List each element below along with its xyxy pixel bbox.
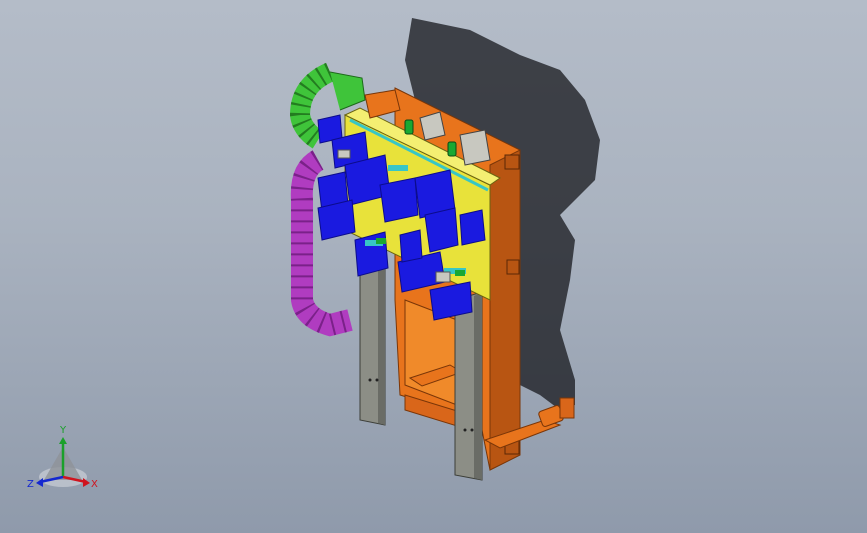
z-axis-label: Z <box>27 479 34 490</box>
y-axis-label: Y <box>59 425 67 436</box>
cad-model-view[interactable]: Y X Z <box>0 0 867 533</box>
axis-triad: Y X Z <box>27 425 98 490</box>
x-axis-label: X <box>91 479 98 490</box>
graphics-viewport[interactable]: Y X Z <box>0 0 867 533</box>
